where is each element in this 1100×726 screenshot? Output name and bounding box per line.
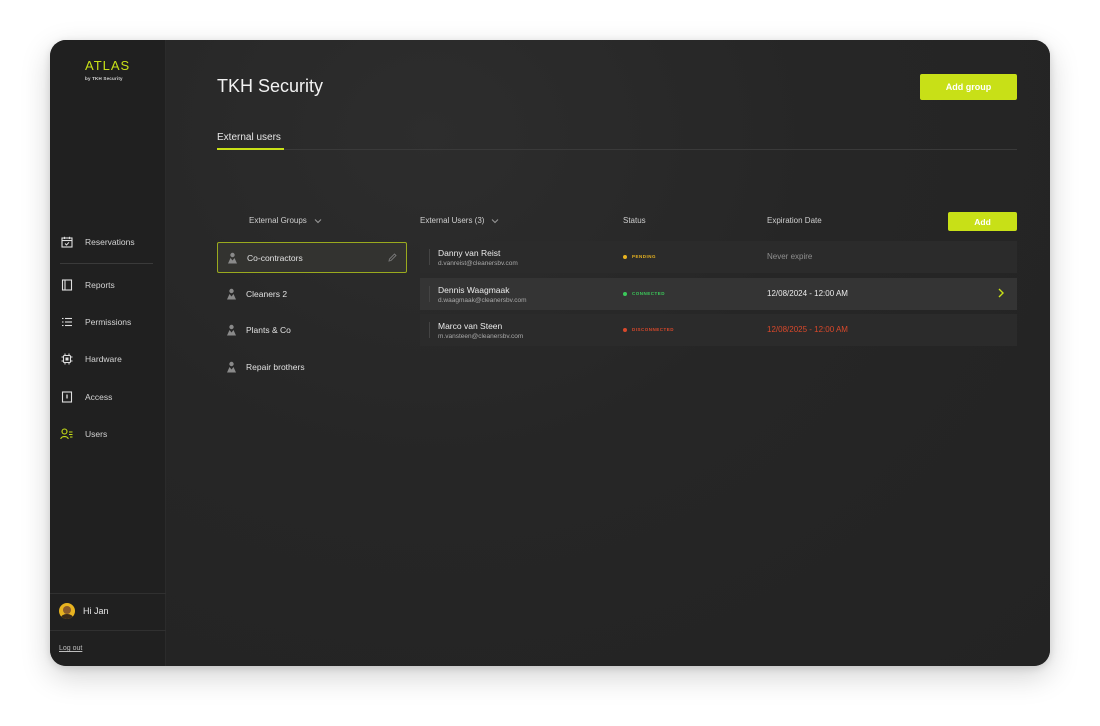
sidebar-item-label: Permissions: [85, 317, 132, 327]
table-row[interactable]: Danny van Reist d.vanreist@cleanersbv.co…: [420, 241, 1017, 273]
sidebar: ATLAS by TKH Security Reservations Repor…: [50, 40, 166, 666]
sidebar-item-label: Hardware: [85, 354, 122, 364]
user-name: Danny van Reist: [438, 248, 501, 258]
sidebar-item-label: Reports: [85, 280, 115, 290]
users-icon: [60, 428, 73, 441]
expiration-date: Never expire: [767, 252, 813, 261]
sidebar-item-reservations[interactable]: Reservations: [60, 231, 156, 253]
user-name: Marco van Steen: [438, 321, 503, 331]
status-badge: PENDING: [623, 254, 656, 259]
logout-link[interactable]: Log out: [59, 645, 82, 652]
person-icon: [227, 288, 236, 299]
groups-header-label: External Groups: [249, 216, 307, 225]
logo-subtitle: by TKH Security: [85, 76, 123, 81]
groups-column-header[interactable]: External Groups: [249, 216, 323, 225]
add-group-button[interactable]: Add group: [920, 74, 1017, 100]
door-icon: [60, 391, 73, 404]
table-row[interactable]: Dennis Waagmaak d.waagmaak@cleanersbv.co…: [420, 278, 1017, 310]
book-icon: [60, 279, 73, 292]
nav-divider: [60, 263, 153, 264]
user-name: Dennis Waagmaak: [438, 285, 510, 295]
sidebar-divider: [50, 630, 166, 631]
add-user-button[interactable]: Add: [948, 212, 1017, 231]
tab-external-users[interactable]: External users: [217, 132, 281, 143]
edit-icon[interactable]: [388, 253, 397, 262]
logo: ATLAS by TKH Security: [85, 58, 130, 81]
group-item-repair-brothers[interactable]: Repair brothers: [217, 351, 407, 382]
user-greeting: Hi Jan: [83, 606, 109, 616]
tab-divider: [217, 149, 1017, 150]
user-email: d.vanreist@cleanersbv.com: [438, 260, 518, 267]
status-dot: [623, 291, 627, 296]
table-row[interactable]: Marco van Steen m.vansteen@cleanersbv.co…: [420, 314, 1017, 346]
group-label: Cleaners 2: [246, 288, 288, 299]
main-content: TKH Security Add group External users Ex…: [166, 40, 1050, 666]
expiration-date: 12/08/2024 - 12:00 AM: [767, 289, 848, 298]
status-text: PENDING: [632, 254, 657, 259]
group-label: Repair brothers: [246, 361, 305, 372]
status-text: DISCONNECTED: [632, 327, 675, 332]
sidebar-item-access[interactable]: Access: [60, 386, 156, 408]
person-icon: [227, 324, 236, 335]
sidebar-item-hardware[interactable]: Hardware: [60, 348, 156, 370]
active-tab-indicator: [217, 148, 284, 150]
status-dot: [623, 254, 627, 259]
page-title: TKH Security: [217, 76, 324, 96]
users-column-header[interactable]: External Users (3): [420, 216, 500, 225]
sidebar-item-users[interactable]: Users: [60, 423, 156, 445]
group-item-plants-co[interactable]: Plants & Co: [217, 314, 407, 345]
status-badge: DISCONNECTED: [623, 327, 674, 332]
expiration-header-label: Expiration Date: [767, 216, 822, 225]
status-badge: CONNECTED: [623, 291, 665, 296]
person-icon: [227, 361, 236, 372]
sidebar-item-reports[interactable]: Reports: [60, 274, 156, 296]
chevron-down-icon: [314, 218, 322, 223]
expiration-date: 12/08/2025 - 12:00 AM: [767, 325, 848, 334]
sidebar-item-label: Reservations: [85, 237, 135, 247]
sidebar-item-label: Access: [85, 392, 113, 402]
group-item-cleaners-2[interactable]: Cleaners 2: [217, 278, 407, 309]
logo-title: ATLAS: [85, 58, 131, 73]
user-email: d.waagmaak@cleanersbv.com: [438, 297, 527, 304]
status-header-label: Status: [623, 216, 646, 225]
row-divider: [429, 322, 430, 338]
avatar: [59, 603, 75, 619]
chevron-down-icon: [492, 218, 499, 223]
person-icon: [228, 252, 237, 263]
app-window: ATLAS by TKH Security Reservations Repor…: [50, 40, 1050, 666]
chip-icon: [60, 353, 73, 366]
sidebar-item-permissions[interactable]: Permissions: [60, 311, 156, 333]
users-header-label: External Users (3): [420, 216, 485, 225]
list-icon: [60, 316, 73, 329]
group-item-co-contractors[interactable]: Co-contractors: [217, 242, 407, 273]
calendar-icon: [60, 236, 73, 249]
expiration-column-header: Expiration Date: [767, 216, 822, 225]
row-divider: [429, 286, 430, 302]
chevron-right-icon[interactable]: [997, 287, 1005, 299]
status-dot: [623, 327, 627, 332]
user-email: m.vansteen@cleanersbv.com: [438, 333, 524, 340]
sidebar-divider: [50, 593, 166, 594]
row-divider: [429, 249, 430, 265]
sidebar-item-label: Users: [85, 429, 108, 439]
group-label: Co-contractors: [247, 252, 303, 263]
status-text: CONNECTED: [632, 291, 666, 296]
user-profile[interactable]: Hi Jan: [59, 603, 109, 619]
group-label: Plants & Co: [246, 324, 291, 335]
status-column-header: Status: [623, 216, 646, 225]
